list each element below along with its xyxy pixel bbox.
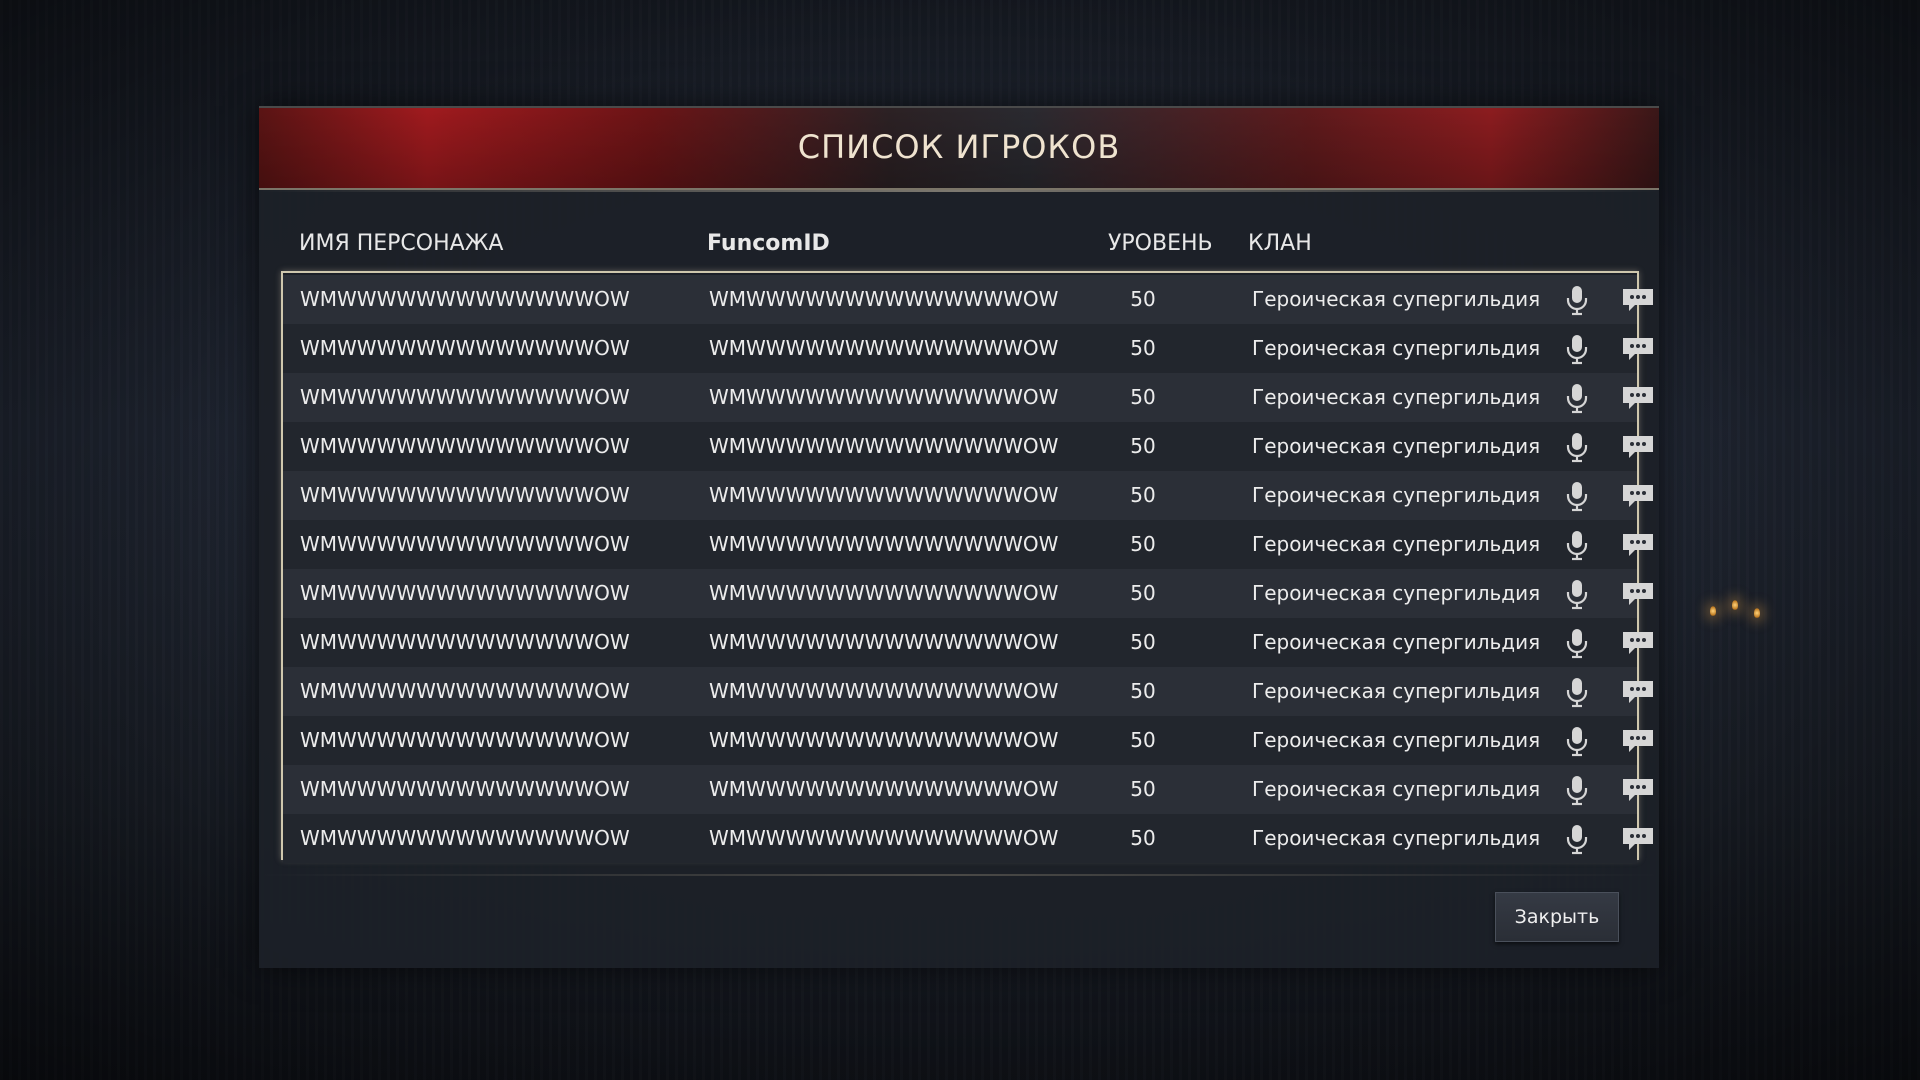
microphone-icon[interactable] <box>1562 382 1592 414</box>
player-funcom-id: WMWWWWWWWWWWWWWWOW <box>709 630 1059 654</box>
microphone-icon[interactable] <box>1562 676 1592 708</box>
player-level: 50 <box>1130 728 1156 752</box>
player-level: 50 <box>1130 777 1156 801</box>
footer-divider <box>259 874 1659 876</box>
player-level: 50 <box>1130 630 1156 654</box>
player-row[interactable]: WMWWWWWWWWWWWWWOW WMWWWWWWWWWWWWWWOW 50 … <box>283 716 1653 765</box>
player-row[interactable]: WMWWWWWWWWWWWWWOW WMWWWWWWWWWWWWWWOW 50 … <box>283 618 1653 667</box>
chat-bubble-icon[interactable] <box>1621 287 1655 313</box>
chat-bubble-icon[interactable] <box>1621 826 1655 852</box>
player-funcom-id: WMWWWWWWWWWWWWWWOW <box>709 532 1059 556</box>
player-level: 50 <box>1130 532 1156 556</box>
background-candles <box>1710 600 1790 640</box>
player-row[interactable]: WMWWWWWWWWWWWWWOW WMWWWWWWWWWWWWWWOW 50 … <box>283 765 1653 814</box>
player-level: 50 <box>1130 385 1156 409</box>
player-funcom-id: WMWWWWWWWWWWWWWWOW <box>709 679 1059 703</box>
player-funcom-id: WMWWWWWWWWWWWWWWOW <box>709 434 1059 458</box>
player-clan: Героическая супергильдия <box>1252 679 1541 703</box>
microphone-icon[interactable] <box>1562 774 1592 806</box>
player-level: 50 <box>1130 434 1156 458</box>
microphone-icon[interactable] <box>1562 823 1592 855</box>
player-name: WMWWWWWWWWWWWWWOW <box>300 826 630 850</box>
chat-bubble-icon[interactable] <box>1621 630 1655 656</box>
column-header-level[interactable]: УРОВЕНЬ <box>1108 231 1213 256</box>
player-name: WMWWWWWWWWWWWWWOW <box>300 287 630 311</box>
player-clan: Героическая супергильдия <box>1252 630 1541 654</box>
microphone-icon[interactable] <box>1562 431 1592 463</box>
player-level: 50 <box>1130 287 1156 311</box>
player-name: WMWWWWWWWWWWWWWOW <box>300 385 630 409</box>
column-header-clan[interactable]: КЛАН <box>1248 231 1312 256</box>
chat-bubble-icon[interactable] <box>1621 581 1655 607</box>
chat-bubble-icon[interactable] <box>1621 336 1655 362</box>
player-clan: Героическая супергильдия <box>1252 287 1541 311</box>
player-funcom-id: WMWWWWWWWWWWWWWWOW <box>709 385 1059 409</box>
chat-bubble-icon[interactable] <box>1621 483 1655 509</box>
player-name: WMWWWWWWWWWWWWWOW <box>300 336 630 360</box>
player-funcom-id: WMWWWWWWWWWWWWWWOW <box>709 287 1059 311</box>
player-clan: Героическая супергильдия <box>1252 483 1541 507</box>
title-banner: СПИСОК ИГРОКОВ <box>259 106 1659 192</box>
microphone-icon[interactable] <box>1562 480 1592 512</box>
chat-bubble-icon[interactable] <box>1621 777 1655 803</box>
player-row[interactable]: WMWWWWWWWWWWWWWOW WMWWWWWWWWWWWWWWOW 50 … <box>283 275 1653 324</box>
player-row[interactable]: WMWWWWWWWWWWWWWOW WMWWWWWWWWWWWWWWOW 50 … <box>283 569 1653 618</box>
column-header-funcom-id[interactable]: FuncomID <box>707 231 830 256</box>
player-funcom-id: WMWWWWWWWWWWWWWWOW <box>709 581 1059 605</box>
player-funcom-id: WMWWWWWWWWWWWWWWOW <box>709 336 1059 360</box>
player-list: WMWWWWWWWWWWWWWOW WMWWWWWWWWWWWWWWOW 50 … <box>281 271 1653 863</box>
chat-bubble-icon[interactable] <box>1621 728 1655 754</box>
player-row[interactable]: WMWWWWWWWWWWWWWOW WMWWWWWWWWWWWWWWOW 50 … <box>283 422 1653 471</box>
player-level: 50 <box>1130 826 1156 850</box>
player-clan: Героическая супергильдия <box>1252 434 1541 458</box>
player-funcom-id: WMWWWWWWWWWWWWWWOW <box>709 728 1059 752</box>
player-clan: Героическая супергильдия <box>1252 728 1541 752</box>
player-list-window: СПИСОК ИГРОКОВ ИМЯ ПЕРСОНАЖА FuncomID УР… <box>259 106 1659 968</box>
player-row[interactable]: WMWWWWWWWWWWWWWOW WMWWWWWWWWWWWWWWOW 50 … <box>283 520 1653 569</box>
player-row[interactable]: WMWWWWWWWWWWWWWOW WMWWWWWWWWWWWWWWOW 50 … <box>283 471 1653 520</box>
player-name: WMWWWWWWWWWWWWWOW <box>300 728 630 752</box>
microphone-icon[interactable] <box>1562 529 1592 561</box>
player-name: WMWWWWWWWWWWWWWOW <box>300 581 630 605</box>
microphone-icon[interactable] <box>1562 725 1592 757</box>
player-level: 50 <box>1130 483 1156 507</box>
chat-bubble-icon[interactable] <box>1621 385 1655 411</box>
player-row[interactable]: WMWWWWWWWWWWWWWOW WMWWWWWWWWWWWWWWOW 50 … <box>283 373 1653 422</box>
player-funcom-id: WMWWWWWWWWWWWWWWOW <box>709 777 1059 801</box>
chat-bubble-icon[interactable] <box>1621 532 1655 558</box>
chat-bubble-icon[interactable] <box>1621 434 1655 460</box>
player-funcom-id: WMWWWWWWWWWWWWWWOW <box>709 826 1059 850</box>
column-headers: ИМЯ ПЕРСОНАЖА FuncomID УРОВЕНЬ КЛАН <box>259 231 1659 271</box>
chat-bubble-icon[interactable] <box>1621 679 1655 705</box>
player-clan: Героическая супергильдия <box>1252 385 1541 409</box>
player-funcom-id: WMWWWWWWWWWWWWWWOW <box>709 483 1059 507</box>
player-clan: Героическая супергильдия <box>1252 581 1541 605</box>
microphone-icon[interactable] <box>1562 333 1592 365</box>
column-header-name[interactable]: ИМЯ ПЕРСОНАЖА <box>299 231 503 256</box>
player-level: 50 <box>1130 581 1156 605</box>
player-row[interactable]: WMWWWWWWWWWWWWWOW WMWWWWWWWWWWWWWWOW 50 … <box>283 667 1653 716</box>
microphone-icon[interactable] <box>1562 627 1592 659</box>
window-title: СПИСОК ИГРОКОВ <box>797 128 1121 166</box>
player-name: WMWWWWWWWWWWWWWOW <box>300 483 630 507</box>
player-clan: Героическая супергильдия <box>1252 336 1541 360</box>
player-name: WMWWWWWWWWWWWWWOW <box>300 532 630 556</box>
player-clan: Героическая супергильдия <box>1252 532 1541 556</box>
player-row[interactable]: WMWWWWWWWWWWWWWOW WMWWWWWWWWWWWWWWOW 50 … <box>283 814 1653 863</box>
player-name: WMWWWWWWWWWWWWWOW <box>300 679 630 703</box>
microphone-icon[interactable] <box>1562 578 1592 610</box>
player-level: 50 <box>1130 679 1156 703</box>
player-level: 50 <box>1130 336 1156 360</box>
player-clan: Героическая супергильдия <box>1252 826 1541 850</box>
player-name: WMWWWWWWWWWWWWWOW <box>300 434 630 458</box>
close-button[interactable]: Закрыть <box>1495 892 1619 942</box>
player-name: WMWWWWWWWWWWWWWOW <box>300 630 630 654</box>
player-name: WMWWWWWWWWWWWWWOW <box>300 777 630 801</box>
microphone-icon[interactable] <box>1562 284 1592 316</box>
player-row[interactable]: WMWWWWWWWWWWWWWOW WMWWWWWWWWWWWWWWOW 50 … <box>283 324 1653 373</box>
player-clan: Героическая супергильдия <box>1252 777 1541 801</box>
